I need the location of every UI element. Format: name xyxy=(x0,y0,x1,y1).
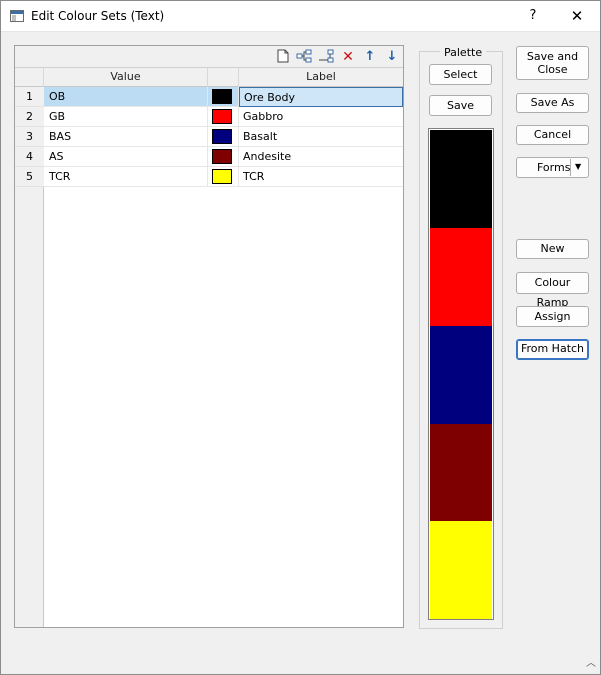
palette-colour-block[interactable] xyxy=(430,130,492,228)
palette-colour-block[interactable] xyxy=(430,326,492,424)
chevron-down-icon[interactable]: ▼ xyxy=(575,161,581,173)
app-window-icon xyxy=(10,10,24,22)
forms-label: Forms xyxy=(537,161,571,174)
label-cell[interactable]: Andesite xyxy=(239,147,403,167)
palette-select-button[interactable]: Select xyxy=(429,64,492,85)
value-cell[interactable]: TCR xyxy=(44,167,208,187)
colour-swatch[interactable] xyxy=(212,109,232,124)
colour-swatch[interactable] xyxy=(212,129,232,144)
table-row[interactable]: 5 TCR TCR xyxy=(15,167,403,187)
assign-button[interactable]: Assign xyxy=(516,306,589,327)
grid-header: Value Label xyxy=(15,68,403,87)
insert-row-icon[interactable] xyxy=(296,49,312,65)
title-bar: Edit Colour Sets (Text) ? ✕ xyxy=(1,1,600,32)
colour-swatch[interactable] xyxy=(212,149,232,164)
table-row[interactable]: 2 GB Gabbro xyxy=(15,107,403,127)
colour-cell[interactable] xyxy=(208,127,239,147)
grid-toolbar: ✕ ↑ ↓ xyxy=(15,46,403,68)
colour-swatch[interactable] xyxy=(212,169,232,184)
save-as-button[interactable]: Save As xyxy=(516,93,589,113)
from-hatch-button[interactable]: From Hatch xyxy=(516,339,589,360)
label-column-header[interactable]: Label xyxy=(239,68,403,87)
colour-set-grid: ✕ ↑ ↓ Value Label 1 OB Ore Body 2 GB Gab… xyxy=(14,45,404,628)
colour-swatch[interactable] xyxy=(212,89,232,104)
colour-cell[interactable] xyxy=(208,147,239,167)
palette-colour-block[interactable] xyxy=(430,424,492,521)
corner-header xyxy=(15,68,44,87)
new-row-icon[interactable] xyxy=(275,49,291,65)
colour-cell[interactable] xyxy=(208,167,239,187)
close-icon[interactable]: ✕ xyxy=(563,5,591,27)
chevron-up-icon[interactable]: ︿ xyxy=(585,658,597,670)
row-number[interactable]: 3 xyxy=(15,127,44,147)
value-column-header[interactable]: Value xyxy=(44,68,208,87)
value-cell[interactable]: OB xyxy=(44,87,208,107)
row-number[interactable]: 1 xyxy=(15,87,44,107)
palette-preview[interactable] xyxy=(428,128,494,620)
label-cell[interactable]: TCR xyxy=(239,167,403,187)
label-cell[interactable]: Gabbro xyxy=(239,107,403,127)
palette-save-button[interactable]: Save xyxy=(429,95,492,116)
help-button[interactable]: ? xyxy=(521,5,545,27)
value-cell[interactable]: BAS xyxy=(44,127,208,147)
row-number[interactable]: 2 xyxy=(15,107,44,127)
append-row-icon[interactable] xyxy=(318,49,334,65)
move-down-icon[interactable]: ↓ xyxy=(384,49,400,65)
value-cell[interactable]: GB xyxy=(44,107,208,127)
move-up-icon[interactable]: ↑ xyxy=(362,49,378,65)
window-title: Edit Colour Sets (Text) xyxy=(31,9,165,23)
colour-ramp-button[interactable]: Colour Ramp xyxy=(516,272,589,309)
table-row[interactable]: 1 OB Ore Body xyxy=(15,87,403,107)
table-row[interactable]: 3 BAS Basalt xyxy=(15,127,403,147)
table-row[interactable]: 4 AS Andesite xyxy=(15,147,403,167)
colour-cell[interactable] xyxy=(208,87,239,107)
label-cell[interactable]: Ore Body xyxy=(239,87,403,107)
cancel-button[interactable]: Cancel xyxy=(516,125,589,145)
forms-split-divider xyxy=(570,159,571,176)
edit-colour-sets-dialog: Edit Colour Sets (Text) ? ✕ ✕ ↑ ↓ Value … xyxy=(0,0,601,675)
palette-colour-block[interactable] xyxy=(430,521,492,619)
palette-colour-block[interactable] xyxy=(430,228,492,326)
delete-row-icon[interactable]: ✕ xyxy=(340,49,356,65)
colour-cell[interactable] xyxy=(208,107,239,127)
new-button[interactable]: New xyxy=(516,239,589,259)
label-cell[interactable]: Basalt xyxy=(239,127,403,147)
row-number[interactable]: 4 xyxy=(15,147,44,167)
colour-column-header[interactable] xyxy=(208,68,239,87)
save-and-close-button[interactable]: Save and Close xyxy=(516,46,589,80)
row-number[interactable]: 5 xyxy=(15,167,44,187)
palette-title: Palette xyxy=(440,46,487,59)
value-cell[interactable]: AS xyxy=(44,147,208,167)
